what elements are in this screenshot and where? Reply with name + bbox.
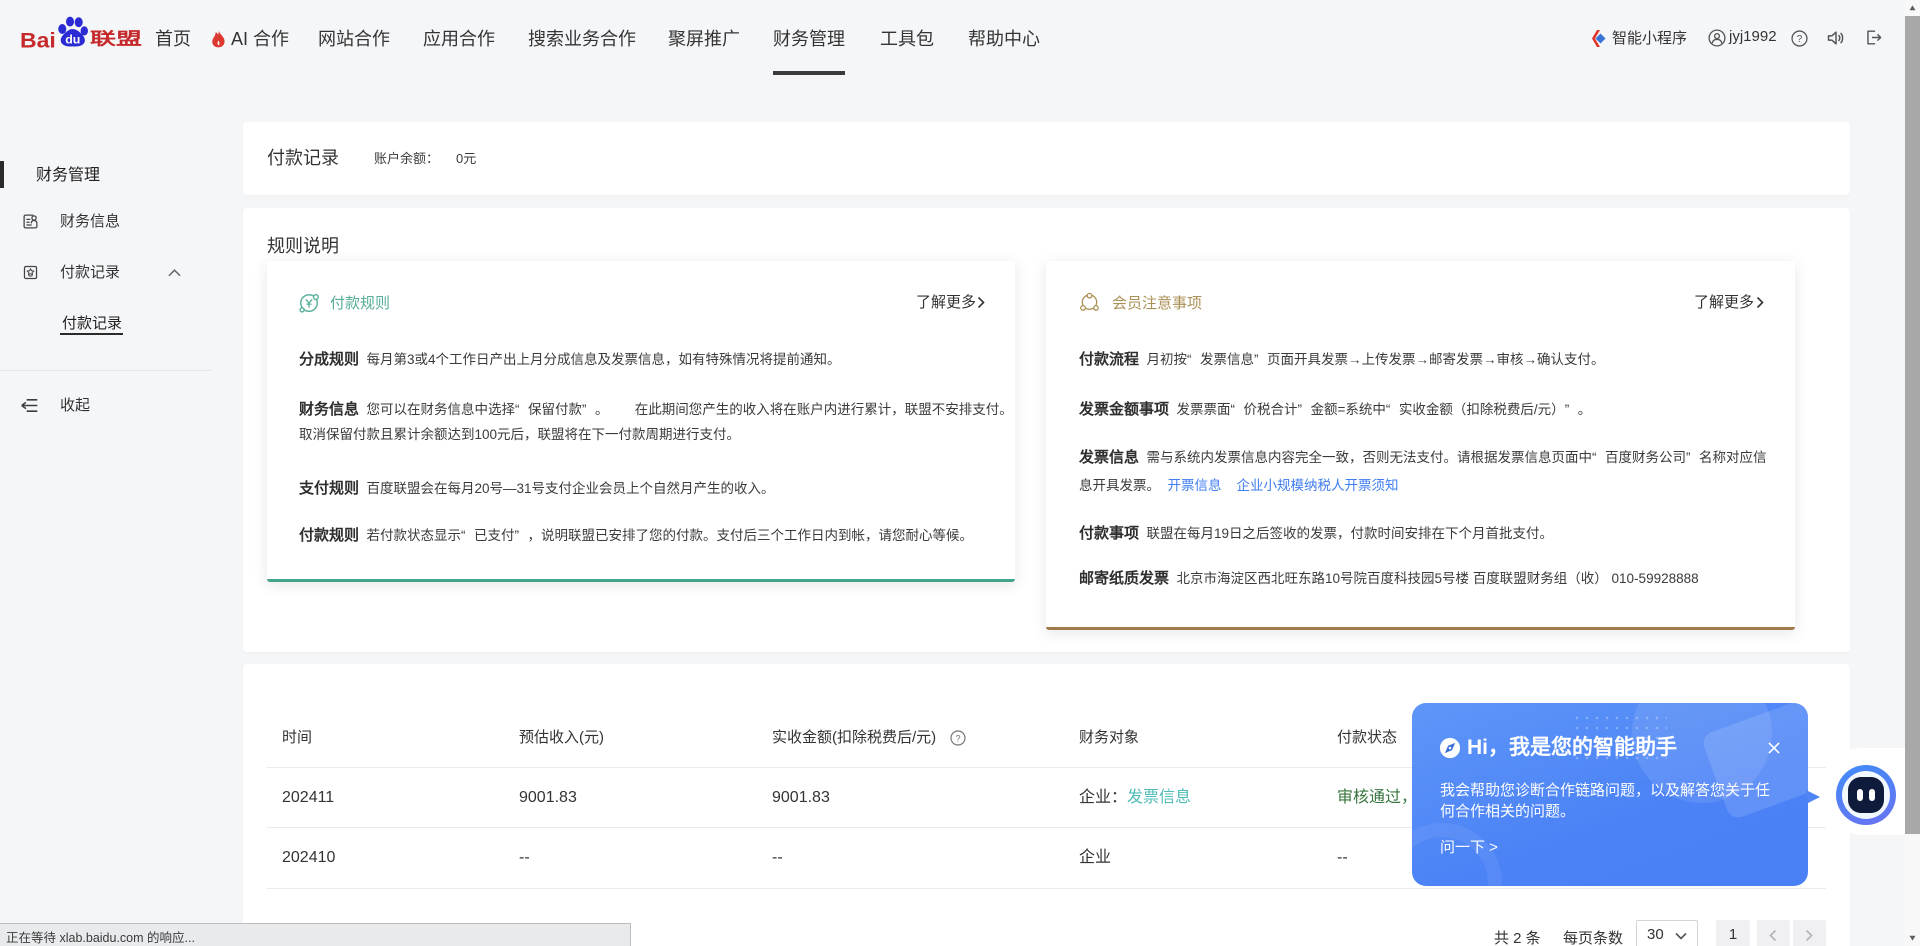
svg-text:du: du [65,32,80,46]
svg-text:?: ? [1797,34,1803,45]
svg-text:?: ? [955,733,960,743]
